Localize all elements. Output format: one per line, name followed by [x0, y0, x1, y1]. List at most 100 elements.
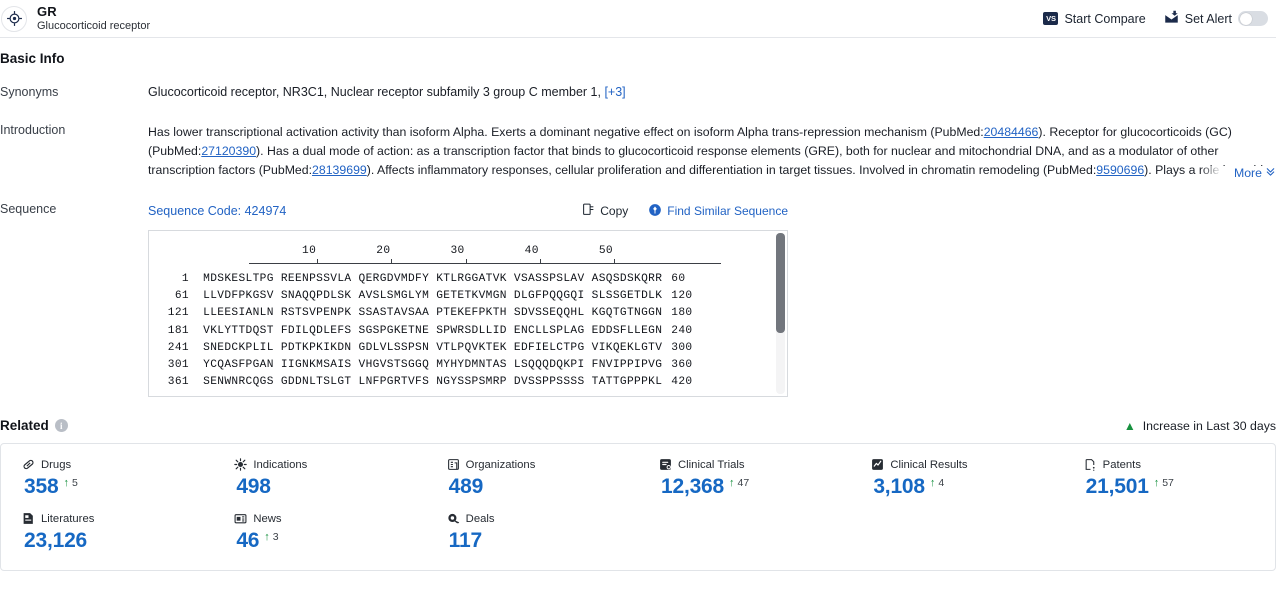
building-icon: [447, 458, 460, 471]
copy-sequence-button[interactable]: Copy: [582, 203, 628, 219]
virus-icon: [234, 458, 248, 471]
stat-cell[interactable]: Organizations 489: [426, 458, 638, 500]
set-alert-toggle[interactable]: [1238, 11, 1268, 26]
sequence-line: 61 LLVDFPKGSV SNAQQPDLSK AVSLSMGLYM GETE…: [149, 288, 787, 305]
ruler-tick-mark: [391, 259, 393, 264]
ruler-tick-mark: [317, 259, 319, 264]
set-alert-control[interactable]: Set Alert: [1164, 10, 1268, 27]
sequence-ruler-bar: [249, 259, 721, 264]
sequence-line-residues: MDSKESLTPG REENPSSVLA QERGDVMDFY KTLRGGA…: [189, 273, 663, 285]
main-content: Basic Info Synonyms Glucocorticoid recep…: [0, 38, 1276, 571]
stat-header: Patents: [1084, 458, 1275, 471]
stat-value[interactable]: 117: [449, 528, 482, 554]
introduction-text: Has lower transcriptional activation act…: [148, 123, 1276, 180]
synonyms-label: Synonyms: [0, 85, 59, 99]
app-header: GR Glucocorticoid receptor VS Start Comp…: [0, 0, 1276, 38]
increase-legend-label: Increase in Last 30 days: [1142, 418, 1276, 433]
stat-label: Clinical Results: [890, 458, 968, 471]
up-arrow-icon: ↑: [264, 530, 270, 543]
stat-value-row: 3,108 ↑ 4: [871, 474, 1062, 500]
sequence-line-end: 180: [671, 307, 693, 320]
introduction-more-button[interactable]: More: [1199, 166, 1276, 180]
target-crosshair-icon: [1, 5, 27, 32]
ruler-tick-label: 10: [302, 245, 317, 257]
introduction-row: Introduction Has lower transcriptional a…: [0, 99, 1276, 180]
sequence-line: 121 LLEESIANLN RSTSVPENPK SSASTAVSAA PTE…: [149, 305, 787, 322]
chevron-double-down-icon: [1265, 166, 1276, 180]
stat-value-row: 23,126: [22, 528, 213, 554]
synonyms-more-link[interactable]: [+3]: [604, 85, 625, 99]
header-actions: VS Start Compare Set Alert: [1043, 10, 1270, 27]
stat-value[interactable]: 23,126: [24, 528, 87, 554]
sequence-ruler: 10 20 30 40 50: [249, 245, 721, 271]
stat-header: News: [234, 512, 425, 525]
introduction-body: Has lower transcriptional activation act…: [148, 123, 1276, 180]
sequence-line-residues: LLVDFPKGSV SNAQQPDLSK AVSLSMGLYM GETETKV…: [189, 290, 663, 303]
sequence-line-start: 301: [167, 359, 189, 372]
sequence-scrollbar[interactable]: [776, 233, 785, 394]
pubmed-link-2[interactable]: 27120390: [201, 144, 256, 158]
stat-value-row: 12,368 ↑ 47: [659, 474, 850, 500]
up-arrow-icon: ↑: [1153, 476, 1160, 489]
clinical-result-icon: [871, 458, 884, 471]
stat-cell[interactable]: Patents 21,501 ↑ 57: [1063, 458, 1275, 500]
stat-value[interactable]: 489: [449, 474, 484, 500]
literature-icon: [22, 512, 35, 525]
sequence-code[interactable]: Sequence Code: 424974: [148, 204, 286, 218]
copy-label: Copy: [600, 204, 629, 218]
sequence-line-residues: SENWNRCQGS GDDNLTSLGT LNFPGRTVFS NGYSSPS…: [189, 376, 663, 389]
info-icon[interactable]: i: [54, 419, 68, 432]
stat-cell[interactable]: Indications 498: [213, 458, 425, 500]
stat-delta: ↑ 3: [264, 531, 278, 543]
sequence-line-residues: VKLYTTDQST FDILQDLEFS SGSPGKETNE SPWRSDL…: [189, 324, 663, 337]
stat-value[interactable]: 21,501: [1086, 474, 1149, 500]
stat-value[interactable]: 3,108: [873, 474, 925, 500]
stat-cell[interactable]: Clinical Trials 12,368 ↑ 47: [638, 458, 850, 500]
sequence-line: 241 SNEDCKPLIL PDTKPKIKDN GDLVLSSPSN VTL…: [149, 340, 787, 357]
sequence-line-end: 420: [671, 376, 693, 389]
stat-delta-value: 5: [71, 477, 78, 489]
stat-delta-value: 4: [938, 477, 945, 489]
synonyms-body: Glucocorticoid receptor, NR3C1, Nuclear …: [148, 85, 1276, 99]
stat-cell[interactable]: News 46 ↑ 3: [213, 512, 425, 554]
deal-icon: [447, 512, 460, 525]
news-icon: [234, 512, 247, 525]
stat-value-row: 117: [447, 528, 638, 554]
stat-header: Organizations: [447, 458, 638, 471]
sequence-line-end: 360: [671, 359, 693, 372]
pubmed-link-1[interactable]: 20484466: [984, 125, 1039, 139]
stat-cell[interactable]: Literatures 23,126: [1, 512, 213, 554]
versus-icon: VS: [1043, 12, 1059, 25]
find-similar-icon: [648, 203, 662, 220]
stat-value[interactable]: 358: [24, 474, 59, 500]
stat-label: Drugs: [41, 458, 72, 471]
up-arrow-icon: ↑: [63, 476, 69, 489]
stat-header: Deals: [447, 512, 638, 525]
stat-value-row: 498: [234, 474, 425, 500]
sequence-line-start: 121: [167, 307, 189, 320]
stat-cell[interactable]: Deals 117: [426, 512, 638, 554]
stat-value[interactable]: 12,368: [661, 474, 724, 500]
stat-cell[interactable]: Clinical Results 3,108 ↑ 4: [850, 458, 1062, 500]
stat-value[interactable]: 498: [236, 474, 271, 500]
sequence-line-start: 241: [167, 341, 189, 354]
sequence-line-start: 361: [167, 376, 189, 389]
pubmed-link-4[interactable]: 9590696: [1096, 163, 1144, 177]
stat-delta: ↑ 5: [63, 477, 77, 489]
sequence-scrollbar-thumb[interactable]: [776, 233, 785, 333]
stat-value-row: 489: [447, 474, 638, 500]
stat-label: Deals: [465, 512, 495, 525]
sequence-viewer[interactable]: 10 20 30 40 50 1 MDSKESLTPG REENPSSVLA QERGD…: [148, 230, 788, 397]
up-arrow-icon: ▲: [1123, 418, 1136, 433]
start-compare-button[interactable]: VS Start Compare: [1043, 12, 1146, 26]
stat-label: News: [253, 512, 282, 525]
bell-alert-icon: [1164, 10, 1179, 27]
stat-value[interactable]: 46: [236, 528, 259, 554]
sequence-line-residues: LLEESIANLN RSTSVPENPK SSASTAVSAA PTEKEFP…: [189, 307, 663, 320]
stat-cell[interactable]: Drugs 358 ↑ 5: [1, 458, 213, 500]
sequence-line-end: 120: [671, 290, 693, 303]
sequence-toolbar: Sequence Code: 424974 Copy Find Similar …: [148, 202, 1276, 220]
clinical-trial-icon: [659, 458, 672, 471]
find-similar-sequence-button[interactable]: Find Similar Sequence: [648, 203, 788, 220]
pubmed-link-3[interactable]: 28139699: [312, 163, 367, 177]
